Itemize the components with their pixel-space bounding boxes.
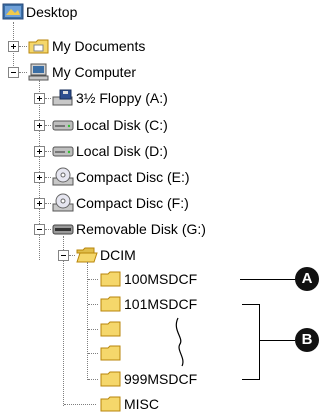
expand-toggle-compact-disc-e[interactable] <box>34 172 45 183</box>
floppy-drive-icon <box>52 89 73 106</box>
cd-drive-icon <box>52 193 74 212</box>
tree-item-misc[interactable]: MISC <box>124 395 159 413</box>
expand-toggle-local-disk-d[interactable] <box>34 146 45 157</box>
tree-item-dcim[interactable]: DCIM <box>100 246 136 264</box>
tree-item-compact-disc-e[interactable]: Compact Disc (E:) <box>76 168 190 186</box>
folder-icon <box>100 296 121 312</box>
tree-item-my-computer[interactable]: My Computer <box>52 63 136 81</box>
hard-disk-icon <box>52 120 74 131</box>
collapse-toggle-dcim[interactable] <box>58 250 69 261</box>
callout-a-line <box>240 279 296 280</box>
hard-disk-icon <box>52 146 74 157</box>
callout-b-badge: B <box>295 328 319 352</box>
callout-b-line <box>259 340 295 341</box>
tree-item-local-disk-c[interactable]: Local Disk (C:) <box>76 116 168 134</box>
tree-item-removable-disk-g[interactable]: Removable Disk (G:) <box>76 220 206 238</box>
expand-toggle-compact-disc-f[interactable] <box>34 198 45 209</box>
collapse-toggle-my-computer[interactable] <box>8 67 19 78</box>
callout-b-bracket-side <box>259 304 260 380</box>
callout-b-bracket-bottom <box>242 379 260 380</box>
cd-drive-icon <box>52 167 74 186</box>
tree-item-100msdcf[interactable]: 100MSDCF <box>124 270 197 288</box>
tree-item-local-disk-d[interactable]: Local Disk (D:) <box>76 142 168 160</box>
my-computer-icon <box>28 63 49 81</box>
folder-icon <box>100 271 121 287</box>
collapse-toggle-removable-disk-g[interactable] <box>34 224 45 235</box>
tree-item-compact-disc-f[interactable]: Compact Disc (F:) <box>76 194 189 212</box>
expand-toggle-my-documents[interactable] <box>8 41 19 52</box>
expand-toggle-floppy[interactable] <box>34 93 45 104</box>
callout-a-badge: A <box>295 267 319 291</box>
tree-item-my-documents[interactable]: My Documents <box>52 37 145 55</box>
folder-icon <box>100 321 121 337</box>
my-documents-folder-icon <box>28 39 49 54</box>
tree-item-floppy[interactable]: 3½ Floppy (A:) <box>76 89 168 107</box>
tree-item-999msdcf[interactable]: 999MSDCF <box>124 370 197 388</box>
callout-b-bracket-top <box>242 304 260 305</box>
folder-icon <box>100 371 121 387</box>
folder-icon <box>100 396 121 412</box>
expand-toggle-local-disk-c[interactable] <box>34 120 45 131</box>
tree-item-desktop[interactable]: Desktop <box>26 3 77 21</box>
desktop-icon <box>2 3 24 20</box>
tree-item-101msdcf[interactable]: 101MSDCF <box>124 295 197 313</box>
folder-icon <box>100 345 121 361</box>
ellipsis-squiggle <box>175 317 184 367</box>
